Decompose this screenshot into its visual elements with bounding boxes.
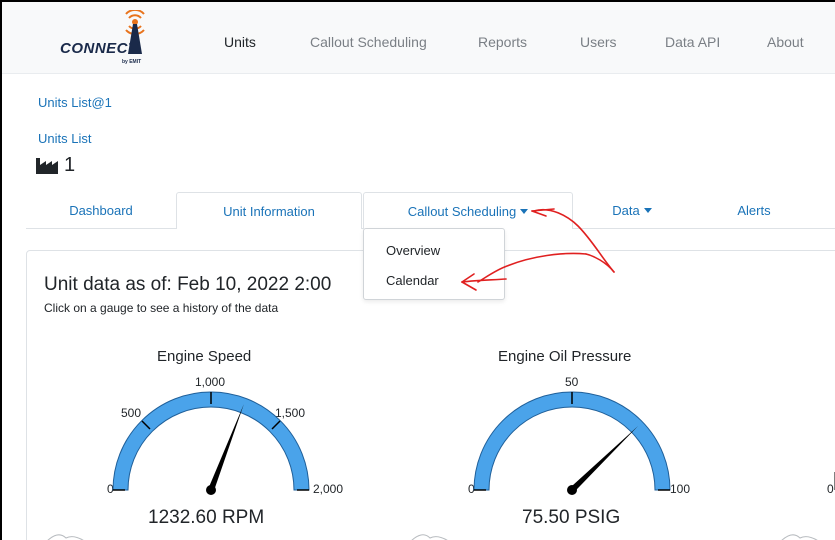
app-window: CONNECT by EMIT Units Callout Scheduling… (0, 0, 835, 540)
annotation-arrows (461, 208, 615, 291)
red-arrow-annotation-icon (461, 208, 615, 291)
